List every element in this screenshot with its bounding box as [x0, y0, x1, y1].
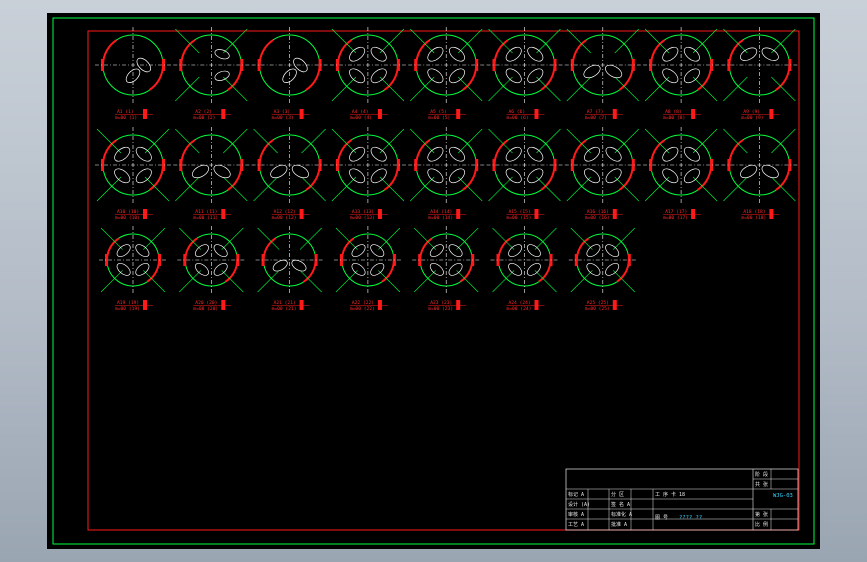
section-view-a24[interactable]: A24 (24)m=00 (24): [490, 226, 559, 312]
section-scale: m=00 (24): [507, 306, 532, 312]
section-scale: m=00 (6): [507, 115, 529, 121]
section-scale: m=00 (7): [585, 115, 607, 121]
section-scale: m=00 (19): [115, 306, 140, 312]
section-caption: A8 (8): [665, 109, 682, 115]
section-scale: m=00 (21): [272, 306, 297, 312]
section-caption: A25 (25): [587, 300, 609, 306]
section-caption: A23 (23): [430, 300, 452, 306]
section-scale: m=00 (1): [115, 115, 137, 121]
section-scale: m=00 (17): [663, 215, 688, 221]
section-caption: A13 (13): [352, 209, 374, 215]
section-view-a3[interactable]: A3 (3)m=00 (3): [251, 27, 328, 121]
section-view-a4[interactable]: A4 (4)m=00 (4): [329, 27, 406, 121]
section-caption: A3 (3): [274, 109, 291, 115]
section-caption: A16 (16): [587, 209, 609, 215]
section-scale: m=00 (12): [272, 215, 297, 221]
tb-cell-9: 工 序 卡 18: [655, 491, 685, 498]
drawing-sheet: A1 (1)m=00 (1)A2 (2)m=00 (2)A3 (3)m=00 (…: [52, 17, 815, 545]
section-caption: A18 (18): [743, 209, 765, 215]
tb-cell-12: 第 张: [755, 511, 768, 518]
section-caption: A6 (6): [509, 109, 526, 115]
section-scale: m=00 (22): [350, 306, 375, 312]
section-view-a23[interactable]: A23 (23)m=00 (23): [412, 226, 481, 312]
section-scale: m=00 (13): [350, 215, 375, 221]
section-view-a17[interactable]: A17 (17)m=00 (17): [643, 127, 720, 221]
section-view-a18[interactable]: A18 (18)m=00 (18): [721, 127, 798, 221]
section-scale: m=00 (25): [585, 306, 610, 312]
section-caption: A1 (1): [117, 109, 134, 115]
section-scale: m=00 (2): [193, 115, 215, 121]
tb-cell-7: 标准化 A: [611, 511, 632, 518]
section-caption: A22 (22): [352, 300, 374, 306]
section-scale: m=00 (4): [350, 115, 372, 121]
section-caption: A5 (5): [430, 109, 447, 115]
section-scale: m=00 (11): [193, 215, 218, 221]
section-caption: A14 (14): [430, 209, 452, 215]
section-view-a16[interactable]: A16 (16)m=00 (16): [564, 127, 641, 221]
section-view-a25[interactable]: A25 (25)m=00 (25): [568, 226, 637, 312]
section-scale: m=00 (10): [115, 215, 140, 221]
section-caption: A10 (10): [117, 209, 139, 215]
tb-cell-3: 审核 A: [568, 511, 584, 518]
section-views: A1 (1)m=00 (1)A2 (2)m=00 (2)A3 (3)m=00 (…: [95, 27, 798, 312]
tb-cell-6: 签 名 A: [611, 501, 630, 508]
section-scale: m=00 (3): [272, 115, 294, 121]
tb-cell-8: 批准 A: [611, 521, 627, 528]
section-caption: A17 (17): [665, 209, 687, 215]
section-caption: A19 (19): [117, 300, 139, 306]
section-caption: A24 (24): [509, 300, 531, 306]
tb-cell-14: 比 例: [755, 521, 768, 528]
section-caption: A21 (21): [274, 300, 296, 306]
section-caption: A20 (20): [195, 300, 217, 306]
tb-cell-5: 分 区: [611, 491, 624, 498]
section-view-a7[interactable]: A7 (7)m=00 (7): [564, 27, 641, 121]
section-scale: m=00 (18): [741, 215, 766, 221]
tb-cell-11: 共 张: [755, 481, 768, 488]
title-block: 标记 A 设计 (A) 审核 A 工艺 A 分 区 签 名 A 标准化 A 批准…: [565, 468, 799, 531]
section-scale: m=00 (23): [428, 306, 453, 312]
section-scale: m=00 (16): [585, 215, 610, 221]
section-view-a19[interactable]: A19 (19)m=00 (19): [99, 226, 167, 312]
section-caption: A2 (2): [195, 109, 212, 115]
section-view-a20[interactable]: A20 (20)m=00 (20): [177, 226, 246, 312]
section-scale: m=00 (14): [428, 215, 453, 221]
section-scale: m=00 (20): [193, 306, 218, 312]
section-view-a2[interactable]: A2 (2)m=00 (2): [173, 27, 250, 121]
tb-cell-10: 阶 段: [755, 471, 768, 478]
section-view-a14[interactable]: A14 (14)m=00 (14): [408, 127, 485, 221]
section-view-a8[interactable]: A8 (8)m=00 (8): [643, 27, 720, 121]
section-scale: m=00 (5): [428, 115, 450, 121]
section-view-a13[interactable]: A13 (13)m=00 (13): [329, 127, 406, 221]
section-scale: m=00 (8): [663, 115, 685, 121]
section-view-a11[interactable]: A11 (11)m=00 (11): [173, 127, 250, 221]
drawing-canvas[interactable]: A1 (1) m=00 (1) A2 (2) m=00 (2) A3 (3) m=00 (…: [47, 13, 820, 549]
section-view-a1[interactable]: A1 (1)m=00 (1): [95, 27, 171, 121]
section-view-a15[interactable]: A15 (15)m=00 (15): [486, 127, 563, 221]
section-caption: A4 (4): [352, 109, 369, 115]
outer-border: [52, 17, 815, 545]
tb-cell-2: 设计 (A): [568, 501, 590, 508]
section-view-a5[interactable]: A5 (5)m=00 (5): [408, 27, 485, 121]
section-view-a9[interactable]: A9 (9)m=00 (9): [721, 27, 798, 121]
section-view-a21[interactable]: A21 (21)m=00 (21): [255, 226, 324, 312]
section-caption: A7 (7): [587, 109, 604, 115]
section-scale: m=00 (15): [507, 215, 532, 221]
material-code: ???? ??: [679, 515, 702, 521]
section-scale: m=00 (9): [741, 115, 763, 121]
drawing-number: WJG-03: [773, 493, 793, 499]
section-caption: A15 (15): [509, 209, 531, 215]
tb-cell-13: 图 号: [655, 515, 668, 521]
tb-cell-4: 工艺 A: [568, 522, 584, 528]
section-view-a12[interactable]: A12 (12)m=00 (12): [251, 127, 328, 221]
section-caption: A12 (12): [274, 209, 296, 215]
tb-cell-1: 标记 A: [568, 491, 584, 498]
section-view-a6[interactable]: A6 (6)m=00 (6): [486, 27, 563, 121]
section-caption: A11 (11): [195, 209, 217, 215]
section-view-a10[interactable]: A10 (10)m=00 (10): [95, 127, 171, 221]
section-caption: A9 (9): [743, 109, 760, 115]
section-view-a22[interactable]: A22 (22)m=00 (22): [333, 226, 402, 312]
